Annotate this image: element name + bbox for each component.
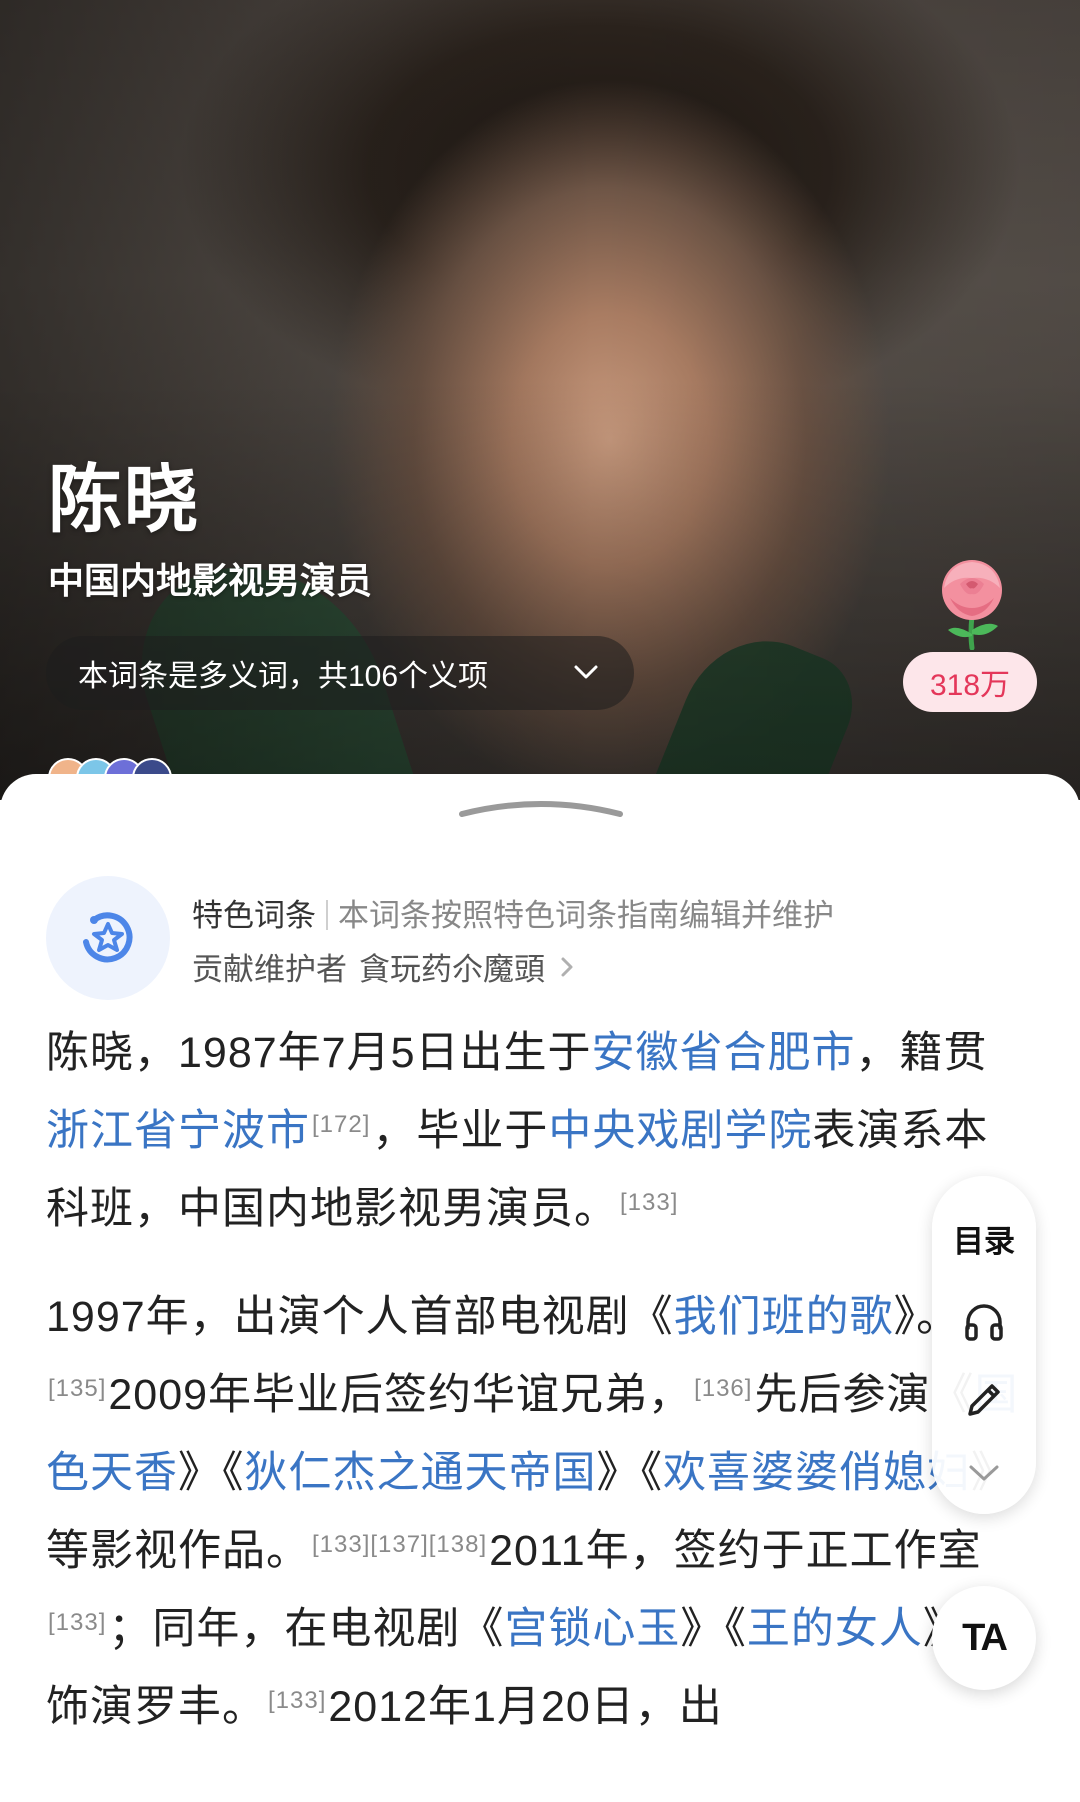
feature-description: 本词条按照特色词条指南编辑并维护 [338,898,834,933]
star-badge-icon [83,912,133,963]
flower-count-badge[interactable]: 318万 [903,652,1037,712]
article-text: ；同年，在电视剧《 [108,1605,505,1653]
article-link[interactable]: 浙江省宁波市 [46,1107,310,1155]
article-paragraph: 陈晓，1987年7月5日出生于安徽省合肥市，籍贯浙江省宁波市[172]，毕业于中… [46,1014,1026,1248]
headphones-icon[interactable] [962,1300,1006,1344]
chevron-right-icon [561,957,573,976]
side-toolbar: 目录 [932,1176,1036,1514]
article-text: 陈晓，1987年7月5日出生于 [46,1029,592,1077]
citation-ref[interactable]: [172] [312,1111,370,1138]
article-link[interactable]: 狄仁杰之通天帝国 [245,1449,597,1497]
citation-ref[interactable]: [133] [620,1189,678,1216]
pencil-icon[interactable] [962,1378,1006,1422]
feature-title: 特色词条 [192,898,316,933]
article-link[interactable]: 中央戏剧学院 [548,1107,812,1155]
ta-button[interactable]: TA [932,1586,1036,1690]
article-text: 2009年毕业后签约华谊兄弟， [108,1371,693,1419]
citation-ref[interactable]: [133] [268,1687,326,1714]
article-text: 》《 [680,1605,747,1653]
article-text: ，籍贯 [855,1029,988,1077]
article-text: 2012年1月20日，出 [328,1683,723,1731]
entry-subtitle: 中国内地影视男演员 [48,560,373,601]
contributor-row[interactable]: 贡献维护者 貪玩药尒魔頭 [192,944,579,989]
citation-ref[interactable]: [133] [48,1609,106,1636]
article-text: 2011年，签约于正工作室 [489,1527,982,1575]
toc-button[interactable]: 目录 [932,1216,1036,1261]
polysemy-button[interactable]: 本词条是多义词，共106个义项 [46,636,634,710]
contributor-prefix: 贡献维护者 [192,952,347,987]
article-paragraph: 1997年，出演个人首部电视剧《我们班的歌》。[135]2009年毕业后签约华谊… [46,1278,1026,1746]
sheet-drag-handle[interactable] [458,796,624,820]
hero-image: 陈晓 中国内地影视男演员 本词条是多义词，共106个义项 318万 [0,0,1080,800]
chevron-down-icon[interactable] [966,1460,1002,1486]
article-text: 》《 [178,1449,245,1497]
citation-ref[interactable]: [136] [694,1375,752,1402]
article-link[interactable]: 我们班的歌 [674,1293,894,1341]
article-text: 》《 [596,1449,663,1497]
contributor-name: 貪玩药尒魔頭 [359,952,545,987]
feature-badge [46,876,170,1000]
feature-title-row: 特色词条 本词条按照特色词条指南编辑并维护 [192,890,834,935]
article-text: 1997年，出演个人首部电视剧《 [46,1293,674,1341]
article-link[interactable]: 王的女人 [747,1605,923,1653]
entry-title: 陈晓 [48,458,200,541]
article-link[interactable]: 安徽省合肥市 [592,1029,856,1077]
chevron-down-icon [574,665,598,679]
divider [326,900,328,930]
polysemy-label: 本词条是多义词，共106个义项 [78,660,489,693]
citation-ref[interactable]: [133][137][138] [312,1531,487,1558]
article-text: ，毕业于 [372,1107,549,1155]
content-sheet: 特色词条 本词条按照特色词条指南编辑并维护 贡献维护者 貪玩药尒魔頭 陈晓，198… [0,774,1080,1802]
article-link[interactable]: 宫锁心玉 [504,1605,680,1653]
rose-icon[interactable] [926,554,1018,650]
article-link[interactable]: 欢喜婆婆俏媳妇 [663,1449,971,1497]
citation-ref[interactable]: [135] [48,1375,106,1402]
